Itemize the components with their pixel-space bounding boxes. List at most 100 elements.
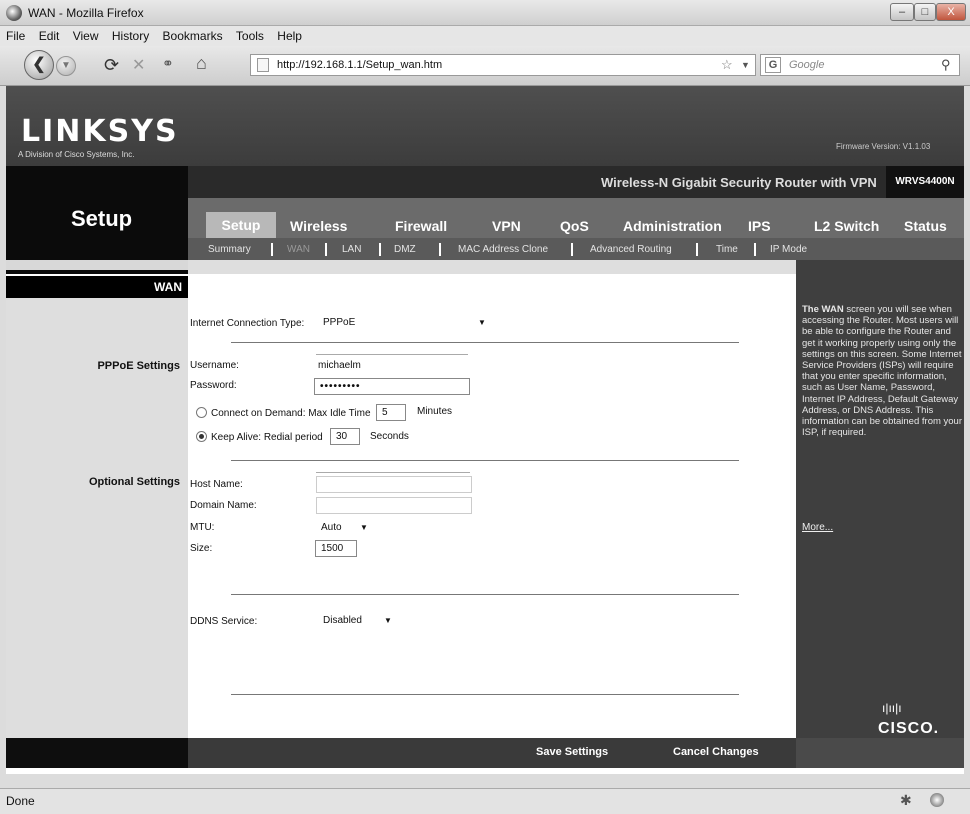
product-name: Wireless-N Gigabit Security Router with … [601, 175, 877, 190]
addon-icon: ✱ [900, 792, 912, 808]
firefox-icon [6, 5, 22, 21]
menu-history[interactable]: History [112, 26, 149, 46]
size-label: Size: [190, 543, 213, 554]
status-text: Done [6, 794, 35, 808]
connection-type-select[interactable]: PPPoE ▼ [318, 314, 494, 331]
menu-bookmarks[interactable]: Bookmarks [163, 26, 223, 46]
cisco-logo-bars-icon: ı|ıı|ı [882, 701, 902, 715]
redial-period-input[interactable]: 30 [330, 428, 360, 445]
menu-tools[interactable]: Tools [236, 26, 264, 46]
bookmark-star-icon[interactable]: ☆ [721, 55, 733, 75]
subtab-advanced-routing[interactable]: Advanced Routing [590, 244, 672, 255]
host-name-input[interactable] [316, 476, 472, 493]
search-input[interactable]: G Google ⚲ [760, 54, 960, 76]
minimize-button[interactable]: – [890, 3, 914, 21]
tab-setup[interactable]: Setup [206, 212, 276, 238]
logo-subtitle: A Division of Cisco Systems, Inc. [18, 150, 135, 159]
dropdown-icon[interactable]: ▼ [741, 55, 750, 75]
dropdown-arrow-icon: ▼ [384, 616, 392, 625]
tab-ips[interactable]: IPS [748, 218, 771, 234]
tab-administration[interactable]: Administration [623, 218, 722, 234]
host-name-label: Host Name: [190, 479, 243, 490]
share-icon[interactable]: ⚭ [162, 55, 174, 72]
domain-name-input[interactable] [316, 497, 472, 514]
close-window-button[interactable]: X [936, 3, 966, 21]
tab-qos[interactable]: QoS [560, 218, 589, 234]
save-settings-button[interactable]: Save Settings [536, 746, 608, 758]
mtu-value: Auto [321, 522, 342, 533]
menubar: File Edit View History Bookmarks Tools H… [0, 26, 970, 46]
password-field[interactable]: ••••••••• [314, 378, 470, 395]
max-idle-time-input[interactable]: 5 [376, 404, 406, 421]
window-title: WAN - Mozilla Firefox [28, 6, 144, 20]
subtab-time[interactable]: Time [716, 244, 738, 255]
forward-button[interactable]: ▼ [56, 56, 76, 76]
divider [231, 694, 739, 695]
password-label: Password: [190, 380, 237, 391]
form-top-strip [188, 260, 796, 274]
mtu-size-input[interactable]: 1500 [315, 540, 357, 557]
domain-name-label: Domain Name: [190, 500, 257, 511]
username-label: Username: [190, 360, 239, 371]
keep-alive-label: Keep Alive: Redial period [211, 432, 323, 443]
subtab-ip-mode[interactable]: IP Mode [770, 244, 807, 255]
menu-view[interactable]: View [73, 26, 99, 46]
back-button[interactable]: ❮ [24, 50, 54, 80]
subtab-divider [571, 243, 573, 256]
ddns-service-value: Disabled [323, 615, 362, 626]
maximize-button[interactable]: □ [914, 3, 936, 21]
help-body: screen you will see when accessing the R… [802, 304, 963, 439]
model-badge: WRVS4400N [886, 166, 964, 198]
subtab-divider [696, 243, 698, 256]
page-title: Setup [71, 206, 133, 231]
search-icon[interactable]: ⚲ [941, 55, 951, 75]
menu-help[interactable]: Help [277, 26, 302, 46]
connect-on-demand-radio[interactable] [196, 407, 207, 418]
connect-on-demand-label: Connect on Demand: Max Idle Time [211, 408, 371, 419]
subtab-dmz[interactable]: DMZ [394, 244, 416, 255]
menu-file[interactable]: File [6, 26, 25, 46]
wan-section-header: WAN [6, 276, 188, 298]
dropdown-arrow-icon: ▼ [360, 523, 368, 532]
google-icon[interactable]: G [765, 57, 781, 73]
mtu-select[interactable]: Auto ▼ [316, 519, 376, 536]
form-area [188, 274, 796, 738]
ddns-service-select[interactable]: Disabled ▼ [318, 612, 400, 629]
url-bar[interactable]: http://192.168.1.1/Setup_wan.htm ☆ ▼ [250, 54, 756, 76]
cancel-changes-button[interactable]: Cancel Changes [673, 746, 759, 758]
subtab-wan[interactable]: WAN [287, 244, 310, 255]
tab-l2-switch[interactable]: L2 Switch [814, 218, 879, 234]
home-icon[interactable]: ⌂ [196, 53, 207, 74]
more-link[interactable]: More... [802, 522, 833, 533]
stop-icon[interactable]: ✕ [132, 55, 145, 75]
subtab-divider [754, 243, 756, 256]
username-field[interactable]: michaelm [318, 360, 361, 371]
help-title: The WAN [802, 304, 844, 315]
firmware-version: Firmware Version: V1.1.03 [836, 142, 931, 151]
minutes-label: Minutes [417, 406, 453, 417]
subtab-mac-address-clone[interactable]: MAC Address Clone [458, 244, 548, 255]
field-top-edge [316, 472, 470, 473]
tab-firewall[interactable]: Firewall [395, 218, 447, 234]
mtu-label: MTU: [190, 522, 215, 533]
ddns-service-label: DDNS Service: [190, 616, 258, 627]
optional-settings-label: Optional Settings [88, 476, 180, 488]
seconds-label: Seconds [370, 431, 409, 442]
url-text: http://192.168.1.1/Setup_wan.htm [277, 59, 443, 71]
tab-wireless[interactable]: Wireless [290, 218, 347, 234]
page-icon [257, 58, 269, 72]
linksys-logo: LINKSYS [21, 114, 179, 149]
subtab-divider [439, 243, 441, 256]
menu-edit[interactable]: Edit [39, 26, 60, 46]
subtab-summary[interactable]: Summary [208, 244, 251, 255]
divider [231, 460, 739, 461]
help-text: The WAN screen you will see when accessi… [802, 304, 962, 438]
search-placeholder: Google [789, 59, 825, 71]
cisco-logo: CISCO. [878, 720, 940, 737]
subtab-lan[interactable]: LAN [342, 244, 361, 255]
security-icon [930, 793, 944, 807]
tab-vpn[interactable]: VPN [492, 218, 521, 234]
reload-icon[interactable]: ⟳ [104, 55, 119, 76]
tab-status[interactable]: Status [904, 218, 947, 234]
keep-alive-radio[interactable] [196, 431, 207, 442]
